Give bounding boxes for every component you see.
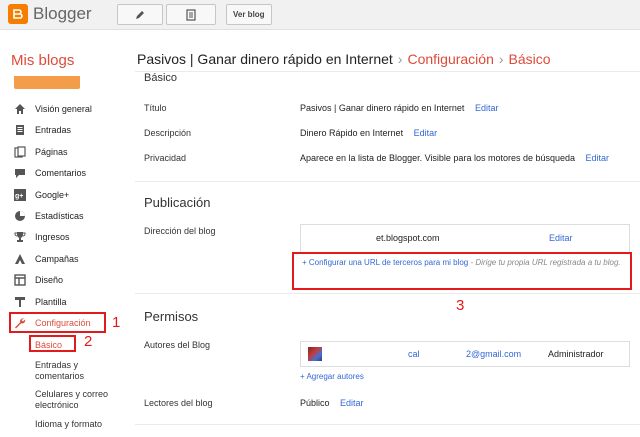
sidebar-item-label: Google+ — [35, 189, 70, 200]
blogger-logo-icon[interactable] — [8, 4, 28, 24]
sidebar-subitem-posts-comments[interactable]: Entradas y comentarios — [35, 360, 84, 382]
edit-address-link[interactable]: Editar — [549, 233, 573, 243]
blog-address-label: Dirección del blog — [144, 226, 216, 236]
description-row: Dinero Rápido en Internet Editar — [300, 128, 437, 138]
my-blogs-link[interactable]: Mis blogs — [11, 52, 74, 69]
edit-description-link[interactable]: Editar — [414, 128, 438, 138]
section-divider — [135, 293, 640, 294]
sidebar-item-posts[interactable]: Entradas — [14, 123, 126, 144]
blog-readers-label: Lectores del blog — [144, 398, 213, 408]
breadcrumb-settings[interactable]: Configuración — [407, 51, 493, 67]
sidebar-item-label: Visión general — [35, 104, 92, 114]
readers-value: Público — [300, 398, 330, 408]
breadcrumb-separator: › — [397, 51, 403, 67]
author-name[interactable]: cal — [408, 349, 420, 359]
sidebar-subitem-mobile-email[interactable]: Celulares y correo electrónico — [35, 389, 108, 411]
comments-icon — [15, 169, 25, 179]
section-divider — [135, 424, 640, 425]
sidebar-nav: Visión general Entradas Páginas Comentar… — [14, 102, 126, 337]
breadcrumb-blog-name[interactable]: Pasivos | Ganar dinero rápido en Interne… — [137, 51, 393, 67]
sidebar-item-earnings[interactable]: Ingresos — [14, 230, 126, 251]
sidebar-item-campaigns[interactable]: Campañas — [14, 252, 126, 273]
edit-title-link[interactable]: Editar — [475, 103, 499, 113]
sidebar-item-pages[interactable]: Páginas — [14, 145, 126, 166]
breadcrumb-separator: › — [498, 51, 504, 67]
brand-name: Blogger — [33, 4, 92, 23]
add-authors-link[interactable]: + Agregar autores — [300, 372, 364, 381]
author-row: cal 2@gmail.com Administrador — [300, 341, 630, 367]
sidebar-item-label: Estadísticas — [35, 210, 84, 221]
title-label: Título — [144, 103, 167, 113]
posts-list-button[interactable] — [166, 4, 216, 25]
sidebar-item-label: Comentarios — [35, 168, 87, 179]
posts-list-icon — [186, 8, 196, 21]
sidebar-item-overview[interactable]: Visión general — [14, 102, 126, 123]
annotation-box-custom-domain — [292, 252, 632, 290]
sidebar-item-label: Plantilla — [35, 296, 67, 307]
title-value: Pasivos | Ganar dinero rápido en Interne… — [300, 103, 465, 113]
posts-icon — [16, 125, 24, 136]
section-divider — [135, 181, 640, 182]
sidebar-item-comments[interactable]: Comentarios — [14, 166, 126, 187]
privacy-value: Aparece en la lista de Blogger. Visible … — [300, 153, 576, 163]
sidebar-item-label: Entradas — [35, 125, 72, 136]
sidebar-item-google-plus[interactable]: g+ Google+ — [14, 188, 126, 209]
title-row: Pasivos | Ganar dinero rápido en Interne… — [300, 103, 498, 113]
template-icon — [15, 296, 25, 307]
sidebar-item-label: Campañas — [35, 253, 79, 264]
edit-privacy-link[interactable]: Editar — [586, 153, 610, 163]
breadcrumb: Pasivos | Ganar dinero rápido en Interne… — [137, 51, 637, 69]
svg-text:g+: g+ — [15, 193, 23, 200]
edit-readers-link[interactable]: Editar — [340, 398, 364, 408]
sidebar-item-label: Páginas — [35, 146, 68, 157]
description-value: Dinero Rápido en Internet — [300, 128, 404, 138]
blog-authors-label: Autores del Blog — [144, 340, 211, 350]
breadcrumb-basic: Básico — [508, 51, 551, 67]
readers-row: Público Editar — [300, 398, 364, 408]
trophy-icon — [14, 232, 26, 243]
avatar — [308, 347, 322, 361]
campaigns-icon — [15, 253, 25, 264]
new-post-sidebar-button[interactable] — [14, 76, 80, 89]
section-title-permissions: Permisos — [144, 309, 199, 324]
description-label: Descripción — [144, 128, 192, 138]
layout-icon — [14, 274, 26, 286]
top-bar: Blogger Ver blog — [0, 0, 640, 30]
section-title-basic: Básico — [144, 72, 178, 84]
annotation-label-1: 1 — [112, 314, 121, 331]
annotation-label-2: 2 — [84, 333, 93, 350]
privacy-label: Privacidad — [144, 153, 187, 163]
sidebar-subitem-language-format[interactable]: Idioma y formato — [35, 419, 102, 430]
stats-icon — [15, 210, 25, 221]
sidebar-item-label: Diseño — [35, 275, 64, 286]
privacy-row: Aparece en la lista de Blogger. Visible … — [300, 153, 609, 163]
new-post-button[interactable] — [117, 4, 163, 25]
sidebar-item-stats[interactable]: Estadísticas — [14, 209, 126, 230]
blog-address-value: et.blogspot.com — [376, 233, 440, 243]
home-icon — [15, 104, 25, 114]
sidebar-item-label: Ingresos — [35, 232, 70, 243]
author-role[interactable]: Administrador — [548, 349, 604, 359]
view-blog-button[interactable]: Ver blog — [226, 4, 272, 25]
google-plus-icon: g+ — [14, 188, 26, 201]
annotation-box-basic — [29, 335, 76, 352]
annotation-box-settings — [9, 312, 106, 333]
sidebar-item-layout[interactable]: Diseño — [14, 273, 126, 294]
author-email[interactable]: 2@gmail.com — [466, 349, 521, 359]
annotation-label-3: 3 — [456, 297, 465, 314]
header-divider — [135, 71, 640, 72]
pages-icon — [14, 146, 26, 158]
blog-address-box: et.blogspot.com Editar — [300, 224, 630, 252]
pencil-icon — [136, 10, 144, 19]
section-title-publication: Publicación — [144, 195, 211, 210]
